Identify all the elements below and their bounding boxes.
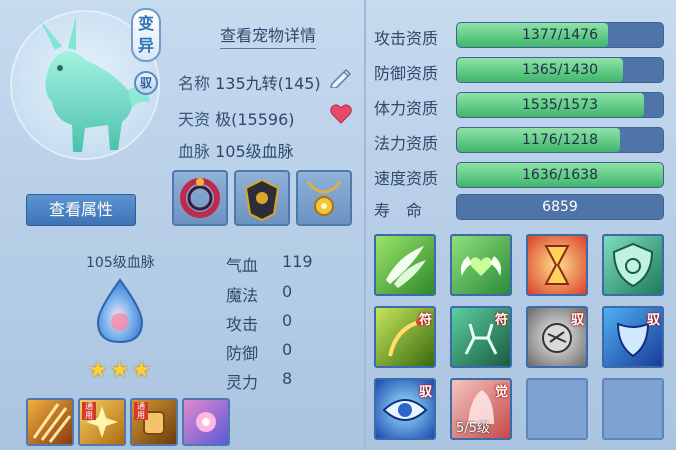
life-label: 寿 命 — [374, 201, 423, 220]
talisman-tag: 符 — [494, 313, 508, 328]
bloodline-drop-icon[interactable] — [90, 278, 150, 344]
skill-slot-1[interactable] — [374, 234, 436, 296]
skill-slot-4[interactable] — [602, 234, 664, 296]
skill-slot-3[interactable] — [526, 234, 588, 296]
name-label: 名称 — [178, 74, 211, 93]
stat-value-hp: 119 — [282, 252, 313, 271]
stat-label-attack: 攻击 — [226, 315, 259, 334]
aptitude-bar-defense: 1365/1430 — [456, 57, 664, 83]
aptitude-label-stamina: 体力资质 — [374, 99, 439, 118]
small-skill-1[interactable] — [26, 398, 74, 446]
amulet-icon — [306, 181, 342, 216]
tame-tag: 驭 — [418, 385, 432, 400]
skill-slot-6[interactable]: 符 — [450, 306, 512, 368]
aptitude-text-speed: 1636/1638 — [522, 167, 598, 183]
life-value: 6859 — [542, 199, 578, 215]
skill-slot-2[interactable] — [450, 234, 512, 296]
stat-value-defense: 0 — [282, 340, 293, 359]
aptitude-text-attack: 1377/1476 — [522, 27, 598, 43]
bloodline-panel-title: 105级血脉 — [86, 255, 155, 271]
hourglass-icon — [544, 245, 570, 285]
stat-label-spirit: 灵力 — [226, 373, 259, 392]
wing-icon — [386, 246, 426, 288]
bloodline-stars: ★★★ — [88, 358, 154, 383]
equip-slot-armor[interactable] — [234, 170, 290, 226]
aptitude-bar-speed: 1636/1638 — [456, 162, 664, 188]
aptitude-text-magic: 1176/1218 — [522, 132, 598, 148]
aptitude-bar-attack: 1377/1476 — [456, 22, 664, 48]
stat-label-hp: 气血 — [226, 256, 259, 275]
skill-slot-5[interactable]: 符 — [374, 306, 436, 368]
aptitude-bar-magic: 1176/1218 — [456, 127, 664, 153]
talent-row: 天资 极(15596) — [178, 106, 295, 130]
universal-tag: 通用 — [82, 402, 96, 420]
talisman-tag: 符 — [418, 313, 432, 328]
small-skill-2[interactable]: 通用 — [78, 398, 126, 446]
tame-tag: 驭 — [646, 313, 660, 328]
small-skill-4[interactable] — [182, 398, 230, 446]
claw-slash-icon — [32, 403, 72, 443]
stat-value-attack: 0 — [282, 311, 293, 330]
name-row: 名称 135九转(145) — [178, 70, 321, 94]
aptitude-label-defense: 防御资质 — [374, 64, 439, 83]
life-bar: 6859 — [456, 194, 664, 220]
tame-tag: 驭 — [570, 313, 584, 328]
stat-label-mp: 魔法 — [226, 286, 259, 305]
awaken-tag: 觉 — [494, 385, 508, 400]
bloodline-value: 105级血脉 — [215, 142, 294, 161]
aptitude-text-defense: 1365/1430 — [522, 62, 598, 78]
equip-slot-collar[interactable] — [172, 170, 228, 226]
equip-slot-amulet[interactable] — [296, 170, 352, 226]
aptitude-label-magic: 法力资质 — [374, 134, 439, 153]
talent-label: 天资 — [178, 110, 211, 129]
universal-tag: 通用 — [134, 402, 148, 420]
heart-icon[interactable] — [330, 104, 352, 124]
talent-value: 极(15596) — [215, 110, 295, 129]
name-value: 135九转(145) — [215, 74, 321, 93]
skill-slot-empty-1[interactable] — [526, 378, 588, 440]
collar-icon — [180, 178, 220, 218]
skill-level-count: 5/5级 — [456, 421, 490, 436]
view-pet-details-link[interactable]: 查看宠物详情 — [220, 22, 317, 49]
skill-slot-empty-2[interactable] — [602, 378, 664, 440]
pet-detail-panel: 变异 驭 查看属性 查看宠物详情 名称 135九转(145) 天资 极(1559… — [0, 0, 676, 450]
stat-value-mp: 0 — [282, 282, 293, 301]
aptitude-text-stamina: 1535/1573 — [522, 97, 598, 113]
view-attributes-button[interactable]: 查看属性 — [26, 194, 136, 226]
aptitude-bar-stamina: 1535/1573 — [456, 92, 664, 118]
panel-divider — [364, 0, 366, 450]
skill-slot-7[interactable]: 驭 — [526, 306, 588, 368]
bloodline-row: 血脉 105级血脉 — [178, 138, 294, 162]
skill-slot-9[interactable]: 驭 — [374, 378, 436, 440]
mutation-badge: 变异 — [131, 8, 161, 62]
winged-heart-icon — [460, 256, 502, 276]
stat-value-spirit: 8 — [282, 369, 293, 388]
tame-badge: 驭 — [134, 71, 158, 95]
petal-icon — [196, 412, 216, 432]
skill-slot-8[interactable]: 驭 — [602, 306, 664, 368]
stat-label-defense: 防御 — [226, 344, 259, 363]
armor-icon — [244, 178, 280, 222]
shield-icon — [612, 242, 654, 288]
small-skill-3[interactable]: 通用 — [130, 398, 178, 446]
aptitude-label-attack: 攻击资质 — [374, 29, 439, 48]
aptitude-label-speed: 速度资质 — [374, 169, 439, 188]
skill-slot-10[interactable]: 觉 5/5级 — [450, 378, 512, 440]
bloodline-label: 血脉 — [178, 142, 211, 161]
rename-pencil-icon[interactable] — [328, 66, 354, 89]
